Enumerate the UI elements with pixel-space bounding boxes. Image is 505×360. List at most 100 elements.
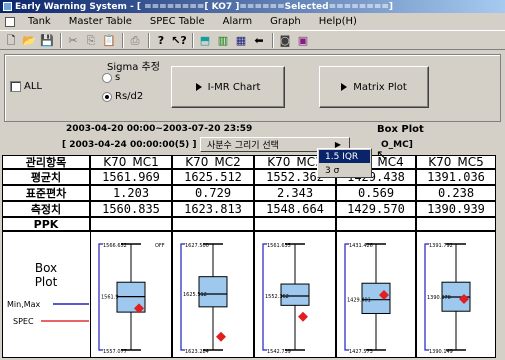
radio-dot[interactable]: [102, 72, 112, 83]
toolbar-separator: [122, 32, 124, 48]
box-plot-cell[interactable]: 1431.426 1427.573 1429.401: [336, 231, 416, 358]
median-value-label: 1625.512: [183, 292, 207, 298]
sigma-option-rsd2: Rs/d2: [115, 91, 144, 102]
matrix-plot-button[interactable]: Matrix Plot: [319, 66, 429, 108]
box-plot-cell[interactable]: 1627.500 1623.284 1625.512: [172, 231, 254, 358]
menu-spec-table[interactable]: SPEC Table: [141, 16, 214, 27]
open-icon[interactable]: 📂: [21, 32, 37, 48]
max-value-label: 1561.635: [267, 243, 291, 249]
legend-cell: Box Plot Min,Max SPEC: [2, 231, 90, 358]
toolbar-separator: [60, 32, 62, 48]
checkbox-box[interactable]: [10, 81, 21, 92]
submenu: 1.5 IQR 3 σ: [317, 148, 372, 178]
measured-point: [298, 311, 308, 322]
min-value-label: 1427.573: [349, 349, 373, 355]
menu-master-table[interactable]: Master Table: [60, 16, 141, 27]
cursor-icon: ↖: [376, 148, 387, 163]
table-cell: 1548.664: [254, 201, 336, 217]
date-range: 2003-04-20 00:00~2003-07-20 23:59: [66, 124, 253, 134]
toolbar: 🗋 📂 💾 ✂ ⎘ 📋 ⎙ ? ↖? ⬒ ▥ ▦ ⬅ ◙ ▣: [0, 30, 505, 50]
box-plot-cell[interactable]: 1391.792 1390.149 1390.970: [416, 231, 496, 358]
measured-point: [216, 331, 226, 342]
tank-icon[interactable]: ⬒: [197, 32, 213, 48]
sub-range: [ 2003-04-24 00:00:00(5) ]: [62, 140, 197, 150]
sigma-label: Sigma 추정: [107, 62, 160, 73]
menu-tank[interactable]: Tank: [19, 16, 60, 27]
table-cell: [336, 217, 416, 231]
median-value-label: 1429.401: [347, 298, 371, 304]
control-panel: ALL Sigma 추정 s Rs/d2 I-MR Chart Matrix P…: [4, 54, 501, 122]
median-value-label: 1390.970: [427, 295, 451, 301]
table-cell: 0.238: [416, 185, 496, 201]
box-plot-cell[interactable]: 1561.635 1542.739 1552.362: [254, 231, 336, 358]
min-value-label: 1542.739: [267, 349, 291, 355]
toolbar-separator: [272, 32, 274, 48]
box-plot-svg: 1561.635 1542.739 1552.362: [262, 243, 310, 355]
context-help-icon[interactable]: ↖?: [171, 32, 187, 48]
median-value-label: 1552.362: [265, 294, 289, 300]
menu-graph[interactable]: Graph: [261, 16, 310, 27]
table-cell: 1561.969: [90, 169, 172, 185]
min-value-label: 1557.077: [103, 349, 127, 355]
box-plot-svg: 1566.652 1557.077 1561.9 OFF: [98, 243, 165, 355]
play-icon: [341, 83, 348, 91]
legend-svg: Box Plot Min,Max SPEC: [7, 261, 89, 326]
table-cell: 1.203: [90, 185, 172, 201]
imr-chart-label: I-MR Chart: [207, 81, 261, 93]
sigma-radio-s[interactable]: s: [102, 72, 120, 83]
column-header[interactable]: K70_MC1: [90, 155, 172, 169]
sigma-option-s: s: [115, 72, 121, 83]
table-cell: 1429.570: [336, 201, 416, 217]
image-icon[interactable]: ▣: [295, 32, 311, 48]
save-icon[interactable]: 💾: [39, 32, 55, 48]
camera-icon[interactable]: ◙: [277, 32, 293, 48]
menu-help[interactable]: Help(H): [310, 16, 366, 27]
box-plot-cell[interactable]: 1566.652 1557.077 1561.9 OFF: [90, 231, 172, 358]
plot-title: Box Plot: [377, 124, 424, 135]
box-plot-svg: 1391.792 1390.149 1390.970: [424, 243, 471, 355]
row-label-measured: 측정치: [2, 201, 90, 217]
table-cell: 1625.512: [172, 169, 254, 185]
box-plot-svg: 1431.426 1427.573 1429.401: [344, 243, 391, 355]
table-cell: 0.569: [336, 185, 416, 201]
help-icon[interactable]: ?: [153, 32, 169, 48]
print-icon[interactable]: ⎙: [127, 32, 143, 48]
menu-bar: Tank Master Table SPEC Table Alarm Graph…: [0, 13, 505, 30]
row-label-ppk: PPK: [2, 217, 90, 231]
column-header[interactable]: K70_MC5: [416, 155, 496, 169]
play-icon: [195, 83, 202, 91]
all-label: ALL: [24, 81, 42, 92]
all-checkbox[interactable]: ALL: [10, 81, 42, 92]
window-title: Early Warning System - [ ========[ KO7 ]…: [15, 1, 394, 12]
toolbar-separator: [148, 32, 150, 48]
menu-alarm[interactable]: Alarm: [214, 16, 261, 27]
legend-spec-label: SPEC: [13, 317, 34, 326]
paste-icon[interactable]: 📋: [101, 32, 117, 48]
table-cell: [90, 217, 172, 231]
chart-icon[interactable]: ▥: [215, 32, 231, 48]
document-icon[interactable]: [5, 16, 15, 27]
row-label-std: 표준편차: [2, 185, 90, 201]
submenu-item-3sigma[interactable]: 3 σ: [319, 164, 370, 177]
radio-dot-selected[interactable]: [102, 91, 112, 102]
table-icon[interactable]: ▦: [233, 32, 249, 48]
title-bar: Early Warning System - [ ========[ KO7 ]…: [0, 0, 505, 13]
imr-chart-button[interactable]: I-MR Chart: [171, 66, 285, 108]
table-cell: 0.729: [172, 185, 254, 201]
off-label: OFF: [155, 243, 165, 249]
row-label-mean: 평균치: [2, 169, 90, 185]
submenu-item-iqr[interactable]: 1.5 IQR: [319, 150, 370, 163]
cut-icon[interactable]: ✂: [65, 32, 81, 48]
copy-icon[interactable]: ⎘: [83, 32, 99, 48]
new-icon[interactable]: 🗋: [3, 32, 19, 48]
table-cell: 2.343: [254, 185, 336, 201]
legend-minmax-label: Min,Max: [7, 300, 41, 309]
toolbar-separator: [192, 32, 194, 48]
legend-box-label-line1: Box: [35, 261, 57, 275]
back-icon[interactable]: ⬅: [251, 32, 267, 48]
max-value-label: 1566.652: [103, 243, 127, 249]
sigma-radio-rsd2[interactable]: Rs/d2: [102, 91, 143, 102]
column-header[interactable]: K70_MC2: [172, 155, 254, 169]
app-icon: [3, 2, 12, 11]
legend-box-label-line2: Plot: [35, 275, 58, 289]
